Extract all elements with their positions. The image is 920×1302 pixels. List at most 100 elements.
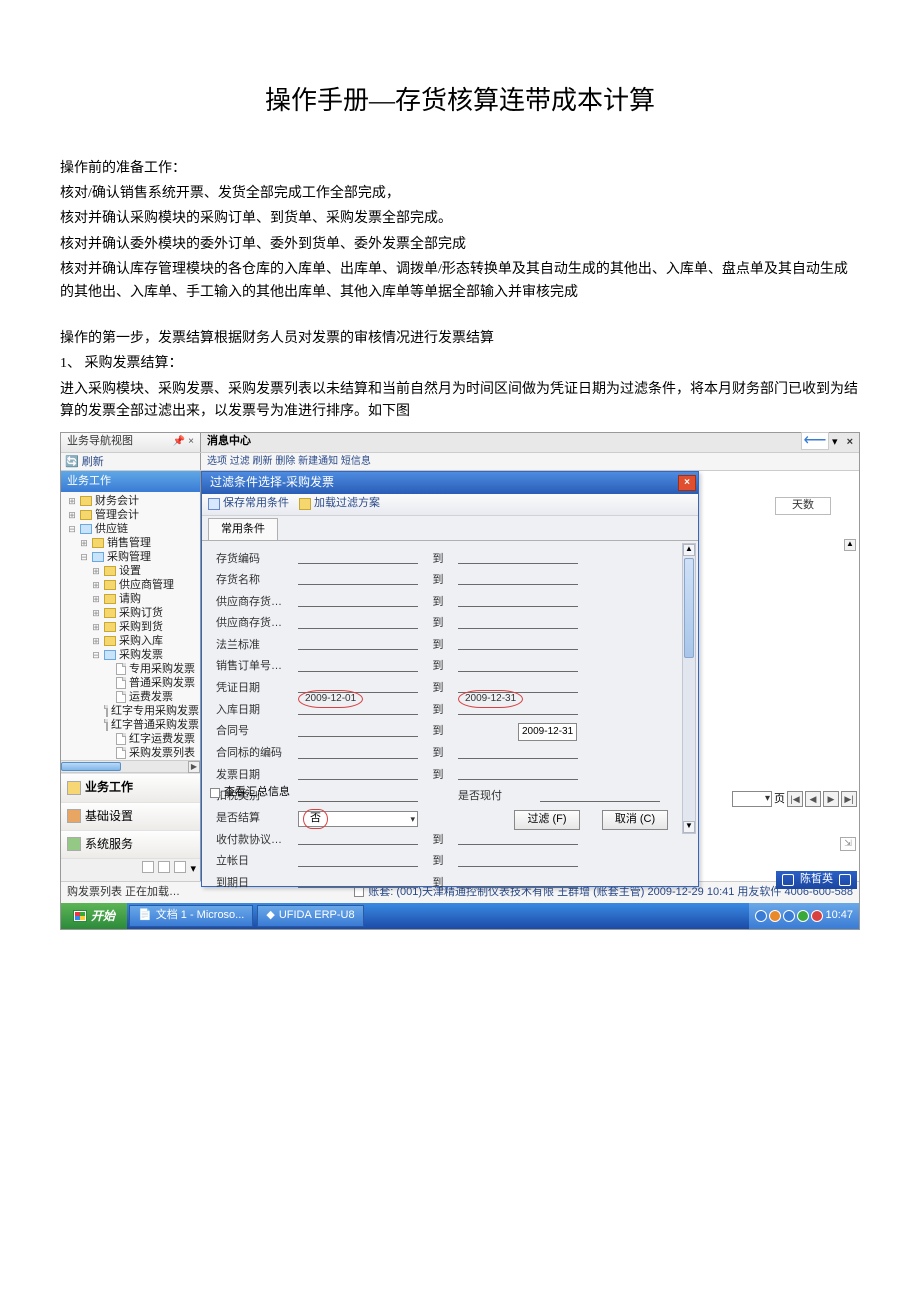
page-next-button[interactable]: ▶ — [823, 791, 839, 807]
sales-order-to-input[interactable] — [458, 671, 578, 672]
cash-pay-input[interactable] — [540, 801, 660, 802]
business-icon — [67, 781, 81, 795]
sidebar-tab-business[interactable]: 业务工作 — [61, 773, 200, 801]
inventory-code-to-input[interactable] — [458, 563, 578, 564]
start-button[interactable]: 开始 — [61, 903, 127, 929]
voucher-date-to-input[interactable]: 2009-12-31 — [458, 692, 578, 693]
settings-icon — [67, 809, 81, 823]
toolbar-label: 保存常用条件 — [223, 495, 289, 513]
is-settled-value: 否 — [303, 809, 328, 829]
word-icon: 📄 — [138, 907, 152, 925]
invoice-date-to-input[interactable] — [458, 779, 578, 780]
refresh-button[interactable]: 🔄 刷新 — [61, 453, 201, 470]
page-first-button[interactable]: |◀ — [787, 791, 803, 807]
dialog-close-button[interactable]: × — [678, 475, 696, 491]
pin-icon[interactable]: 📌 — [173, 436, 185, 447]
sidebar: 业务工作 ⊞财务会计 ⊞管理会计 ⊟供应链 ⊞销售管理 ⊟采购管理 ⊞设置 ⊞供… — [61, 471, 201, 881]
sidebar-tab-base-settings[interactable]: 基础设置 — [61, 802, 200, 830]
panel-close-icon[interactable]: × — [188, 436, 194, 447]
to-label: 到 — [418, 723, 458, 741]
is-settled-dropdown[interactable]: 否 — [298, 811, 418, 827]
nav-tree[interactable]: ⊞财务会计 ⊞管理会计 ⊟供应链 ⊞销售管理 ⊟采购管理 ⊞设置 ⊞供应商管理 … — [61, 492, 200, 760]
inventory-code-from-input[interactable] — [298, 563, 418, 564]
tray-icon[interactable] — [811, 910, 823, 922]
supplier-inv2-to-input[interactable] — [458, 628, 578, 629]
taskbar-app-word[interactable]: 📄 文档 1 - Microso... — [129, 905, 253, 927]
nav-panel-header: 业务导航视图 📌 × — [61, 433, 201, 452]
filter-button[interactable]: 过滤 (F) — [514, 810, 580, 830]
supplier-inv-to-input[interactable] — [458, 606, 578, 607]
content-area: 天数 ▲ 页 |◀ ◀ ▶ ▶| ⇲ 过滤条件选择-采购发票 × — [201, 471, 859, 881]
mini-icon[interactable] — [158, 861, 170, 873]
supplier-inv-from-input[interactable] — [298, 606, 418, 607]
app-icon: ◆ — [266, 907, 274, 925]
contract-item-to-input[interactable] — [458, 758, 578, 759]
clock: 10:47 — [825, 907, 853, 925]
contract-to-input[interactable]: 2009-12-31 — [518, 723, 577, 741]
scroll-up-icon[interactable]: ▲ — [844, 539, 856, 551]
days-column-header: 天数 — [775, 497, 831, 515]
view-summary-checkbox[interactable]: 查看汇总信息 — [210, 784, 290, 802]
scroll-down-icon[interactable]: ▼ — [683, 821, 695, 833]
inbound-date-to-input[interactable] — [458, 714, 578, 715]
tax-type-input[interactable] — [298, 801, 418, 802]
tree-horizontal-scrollbar[interactable]: ▶ — [61, 760, 200, 772]
toolbar-label: 加载过滤方案 — [314, 495, 380, 513]
tray-icon[interactable] — [783, 910, 795, 922]
due-date-from-input[interactable] — [298, 887, 418, 888]
tray-icon[interactable] — [755, 910, 767, 922]
tab-common-conditions[interactable]: 常用条件 — [208, 518, 278, 541]
dropdown-icon[interactable]: ▾ — [190, 861, 196, 879]
book-date-from-input[interactable] — [298, 866, 418, 867]
invoice-date-from-input[interactable] — [298, 779, 418, 780]
para: 核对/确认销售系统开票、发货全部完成工作全部完成， — [60, 183, 860, 205]
contract-from-input[interactable] — [298, 736, 418, 737]
message-center-close-icon[interactable]: × — [847, 436, 853, 448]
to-label: 到 — [418, 551, 458, 569]
scroll-up-icon[interactable]: ▲ — [683, 544, 695, 556]
save-common-conditions-button[interactable]: 保存常用条件 — [208, 495, 289, 513]
flange-from-input[interactable] — [298, 649, 418, 650]
mini-icon[interactable] — [174, 861, 186, 873]
field-label: 是否结算 — [216, 810, 298, 828]
form-scrollbar[interactable]: ▲ ▼ — [682, 543, 696, 834]
para: 操作前的准备工作： — [60, 158, 860, 180]
contract-item-from-input[interactable] — [298, 758, 418, 759]
field-label: 入库日期 — [216, 702, 298, 720]
field-label: 销售订单号… — [216, 658, 298, 676]
mini-icon[interactable] — [142, 861, 154, 873]
export-icon[interactable]: ⇲ — [840, 837, 856, 851]
field-label: 合同标的编码 — [216, 745, 298, 763]
inbound-date-from-input[interactable] — [298, 714, 418, 715]
dialog-title: 过滤条件选择-采购发票 — [210, 473, 334, 492]
tray-icon[interactable] — [797, 910, 809, 922]
field-label: 是否现付 — [458, 788, 540, 806]
inventory-name-from-input[interactable] — [298, 584, 418, 585]
page-prev-button[interactable]: ◀ — [805, 791, 821, 807]
para: 操作的第一步，发票结算根据财务人员对发票的审核情况进行发票结算 — [60, 328, 860, 350]
payment-agreement-from-input[interactable] — [298, 844, 418, 845]
message-toolbar[interactable]: 选项 过滤 刷新 删除 新建通知 短信息 — [201, 453, 859, 470]
due-date-to-input[interactable] — [458, 887, 578, 888]
voucher-date-from-input[interactable]: 2009-12-01 — [298, 692, 418, 693]
dropdown-icon[interactable]: ▾ — [832, 436, 838, 448]
scroll-right-icon[interactable]: ▶ — [188, 761, 200, 773]
system-tray[interactable]: 10:47 — [749, 903, 859, 929]
book-date-to-input[interactable] — [458, 866, 578, 867]
load-filter-scheme-button[interactable]: 加载过滤方案 — [299, 495, 380, 513]
cancel-button[interactable]: 取消 (C) — [602, 810, 668, 830]
tray-icon[interactable] — [769, 910, 781, 922]
page-dropdown[interactable] — [732, 791, 772, 807]
page-last-button[interactable]: ▶| — [841, 791, 857, 807]
taskbar-app-ufida[interactable]: ◆ UFIDA ERP-U8 — [257, 905, 363, 927]
inventory-name-to-input[interactable] — [458, 584, 578, 585]
sidebar-tab-system-service[interactable]: 系统服务 — [61, 830, 200, 858]
sales-order-from-input[interactable] — [298, 671, 418, 672]
back-arrow-icon[interactable]: ⟵ — [801, 432, 829, 450]
help-icon[interactable] — [839, 874, 851, 886]
field-label: 立帐日 — [216, 853, 298, 871]
flange-to-input[interactable] — [458, 649, 578, 650]
payment-agreement-to-input[interactable] — [458, 844, 578, 845]
supplier-inv2-from-input[interactable] — [298, 628, 418, 629]
user-icon — [782, 874, 794, 886]
